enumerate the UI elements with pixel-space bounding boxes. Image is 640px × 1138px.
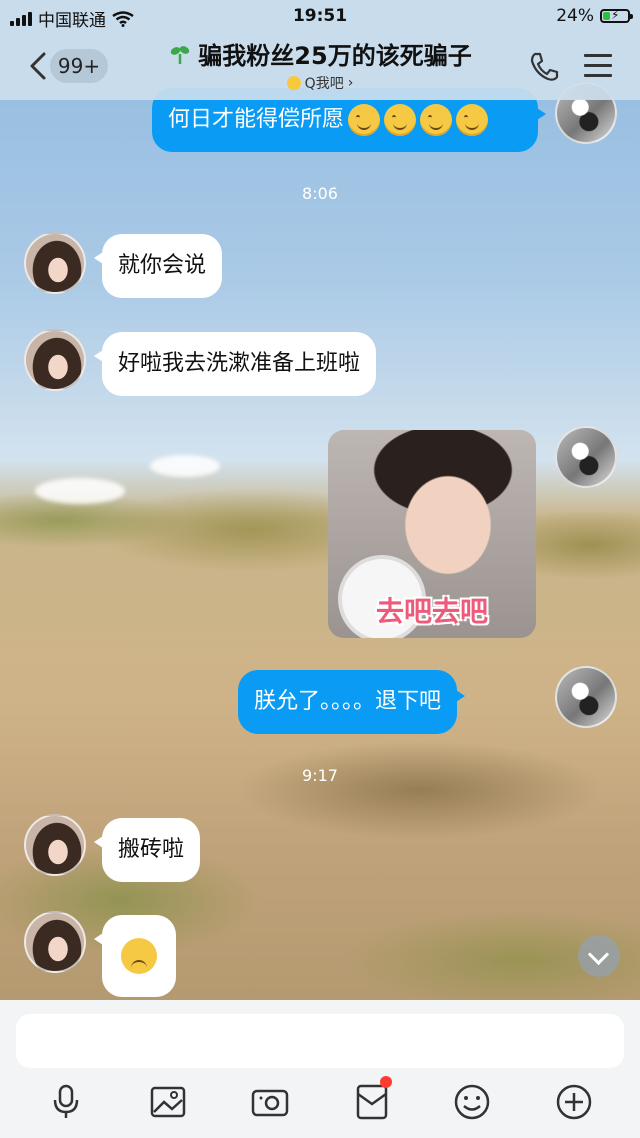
message-text: 朕允了。。。。退下吧 bbox=[254, 689, 442, 714]
unread-count-badge[interactable]: 99+ bbox=[50, 49, 108, 83]
battery-icon: ⚡ bbox=[600, 8, 633, 23]
microphone-icon[interactable] bbox=[46, 1082, 86, 1122]
back-arrow-icon[interactable] bbox=[26, 46, 52, 86]
sticker-caption: 去吧去吧 bbox=[375, 595, 488, 628]
red-packet-icon bbox=[356, 1084, 388, 1120]
menu-icon[interactable] bbox=[584, 54, 612, 78]
contact-avatar[interactable] bbox=[24, 232, 86, 294]
phone-icon[interactable] bbox=[528, 50, 560, 84]
message-text: 何日才能得偿所愿 bbox=[168, 107, 345, 132]
battery-percent: 24% bbox=[556, 6, 594, 26]
emoji-icon[interactable] bbox=[452, 1082, 492, 1122]
chat-title-area[interactable]: 骗我粉丝25万的该死骗子 Q我吧 › bbox=[135, 36, 505, 93]
notification-dot bbox=[380, 1076, 392, 1088]
smile-emoji-icon bbox=[348, 104, 381, 136]
status-bar: 中国联通 19:51 24% ⚡ bbox=[0, 0, 640, 34]
timestamp: 9:17 bbox=[302, 766, 338, 785]
red-packet-button[interactable] bbox=[352, 1076, 392, 1122]
my-avatar[interactable] bbox=[555, 666, 617, 728]
camera-icon[interactable] bbox=[250, 1082, 290, 1122]
message-text: 好啦我去洗漱准备上班啦 bbox=[118, 351, 361, 376]
plus-icon[interactable] bbox=[554, 1082, 594, 1122]
battery-indicator: 24% ⚡ bbox=[556, 6, 633, 26]
message-input[interactable] bbox=[16, 1014, 624, 1068]
subtitle-text: Q我吧 bbox=[304, 76, 344, 92]
smile-emoji-icon bbox=[456, 104, 489, 136]
smile-emoji-icon bbox=[420, 104, 453, 136]
message-bubble-incoming[interactable]: 搬砖啦 bbox=[93, 818, 201, 882]
timestamp: 8:06 bbox=[302, 184, 338, 203]
message-bubble-incoming[interactable] bbox=[94, 915, 176, 997]
sprout-icon bbox=[171, 45, 190, 64]
disappointed-face-icon bbox=[121, 938, 157, 974]
chat-subtitle[interactable]: Q我吧 › bbox=[135, 73, 505, 93]
contact-avatar[interactable] bbox=[24, 329, 86, 391]
smile-emoji-icon bbox=[384, 104, 417, 136]
sticker-message[interactable]: 去吧去吧 bbox=[328, 430, 536, 638]
smiley-icon bbox=[286, 76, 301, 90]
message-text: 就你会说 bbox=[118, 253, 207, 278]
message-list[interactable]: 何日才能得偿所愿 8:06 就你会说 好啦我去洗漱准备上班啦 去吧去吧 朕允了。… bbox=[0, 82, 640, 1000]
scroll-to-bottom-button[interactable] bbox=[578, 935, 620, 977]
message-text: 搬砖啦 bbox=[118, 837, 185, 862]
chat-header: 99+ 骗我粉丝25万的该死骗子 Q我吧 › bbox=[0, 34, 640, 100]
message-bubble-incoming[interactable]: 就你会说 bbox=[93, 234, 223, 298]
input-panel bbox=[0, 1000, 640, 1138]
contact-avatar[interactable] bbox=[24, 814, 86, 876]
message-bubble-incoming[interactable]: 好啦我去洗漱准备上班啦 bbox=[93, 332, 377, 396]
contact-avatar[interactable] bbox=[24, 911, 86, 973]
message-bubble-outgoing[interactable]: 朕允了。。。。退下吧 bbox=[238, 670, 466, 734]
chat-title: 骗我粉丝25万的该死骗子 bbox=[198, 42, 472, 70]
image-icon[interactable] bbox=[148, 1082, 188, 1122]
clock: 19:51 bbox=[292, 6, 348, 26]
chevron-right-icon: › bbox=[347, 75, 354, 91]
my-avatar[interactable] bbox=[555, 426, 617, 488]
